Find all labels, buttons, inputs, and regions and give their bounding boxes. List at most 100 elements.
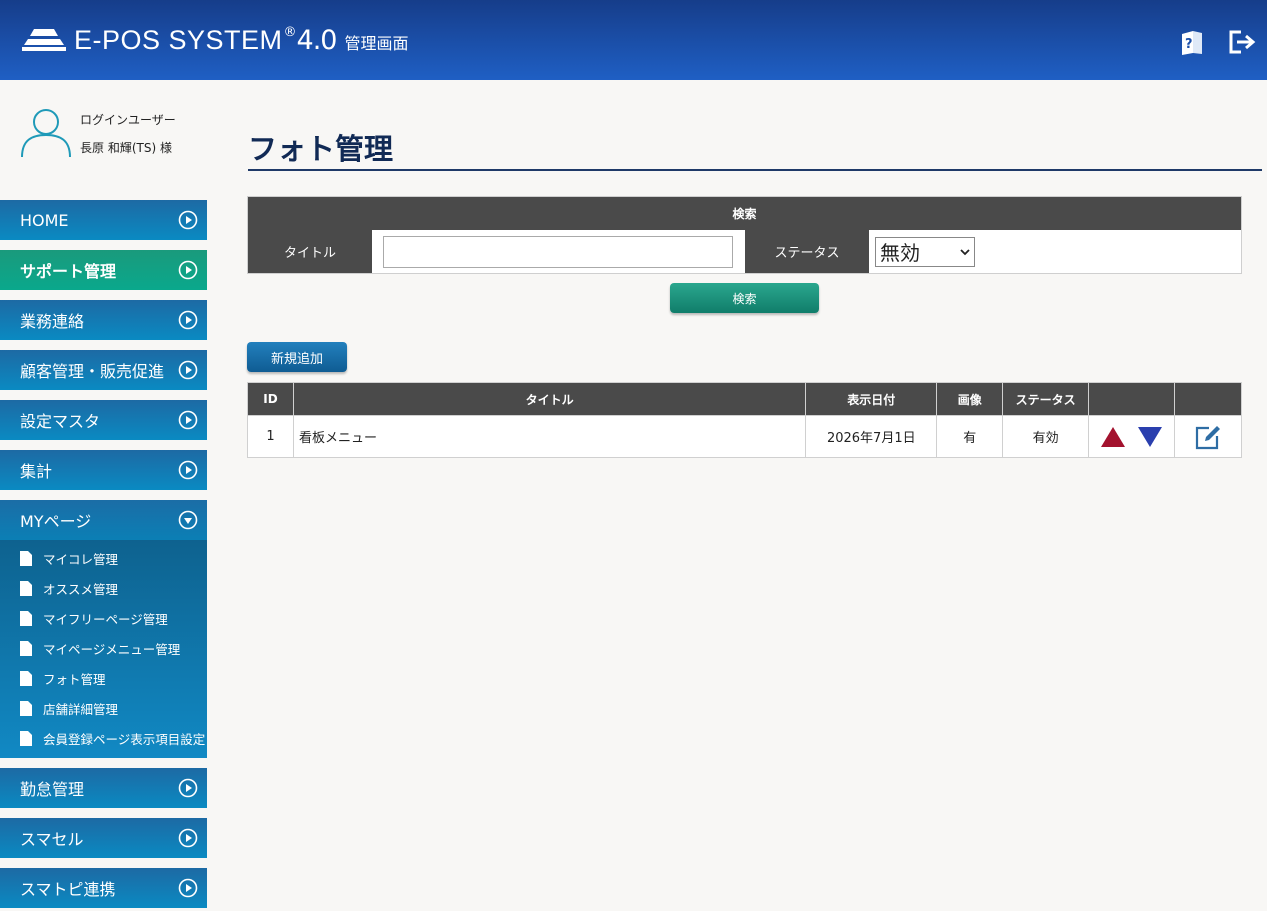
sidebar-item-customer[interactable]: 顧客管理・販売促進: [0, 350, 207, 390]
sidebar-item-label: 顧客管理・販売促進: [20, 362, 165, 381]
cell-title: 看板メニュー: [292, 415, 807, 458]
play-circle-icon: [178, 360, 198, 380]
search-panel: 検索 タイトル ステータス 無効: [247, 196, 1242, 274]
sidebar-item-label: 業務連絡: [20, 312, 85, 331]
page-title: フォト管理: [248, 132, 394, 166]
cell-id: 1: [247, 415, 294, 458]
move-up-icon[interactable]: [1101, 426, 1126, 447]
logo-mark-icon: [22, 29, 66, 51]
help-book-icon[interactable]: ?: [1177, 28, 1207, 56]
search-panel-header: 検索: [248, 197, 1241, 230]
logo-subtitle: 管理画面: [344, 34, 409, 53]
title-search-input[interactable]: [383, 235, 733, 268]
document-icon: [20, 640, 32, 656]
sidebar-item-home[interactable]: HOME: [0, 200, 207, 240]
sidebar-nav: HOME サポート管理 業務連絡 顧客管理・販売促進 設定マスタ 集計 MYペー…: [0, 200, 207, 911]
logo-name: E-POS SYSTEM: [74, 24, 283, 55]
status-filter-label: ステータス: [745, 230, 869, 273]
sidebar-item-label: 勤怠管理: [20, 780, 85, 799]
sidebar-item-aggregate[interactable]: 集計: [0, 450, 207, 490]
submenu-item-mycolle[interactable]: マイコレ管理: [0, 543, 207, 573]
document-icon: [20, 610, 32, 626]
document-icon: [20, 550, 32, 566]
column-header-title: タイトル: [292, 382, 807, 416]
play-circle-icon: [178, 828, 198, 848]
edit-icon[interactable]: [1194, 424, 1222, 450]
login-user-panel: ログインユーザー 長原 和輝(TS) 様: [20, 106, 176, 162]
sidebar-item-business-contact[interactable]: 業務連絡: [0, 300, 207, 340]
submenu-item-store-detail[interactable]: 店舗詳細管理: [0, 693, 207, 723]
submenu-item-label: オススメ管理: [43, 581, 119, 597]
sidebar-item-mypage[interactable]: MYページ: [0, 500, 207, 540]
play-circle-icon: [178, 310, 198, 330]
cell-status: 有効: [1002, 415, 1090, 458]
chevron-down-circle-icon: [178, 510, 198, 530]
sidebar-item-attendance[interactable]: 勤怠管理: [0, 768, 207, 808]
cell-edit: [1174, 415, 1242, 458]
move-down-icon[interactable]: [1137, 426, 1162, 447]
document-icon: [20, 670, 32, 686]
header-actions: ?: [1177, 28, 1257, 56]
play-circle-icon: [178, 410, 198, 430]
cell-date: 2026年7月1日: [805, 415, 938, 458]
submenu-item-label: 会員登録ページ表示項目設定: [43, 731, 206, 747]
play-circle-icon: [178, 460, 198, 480]
column-header-image: 画像: [936, 382, 1004, 416]
submenu-item-photo[interactable]: フォト管理: [0, 663, 207, 693]
document-icon: [20, 580, 32, 596]
submenu-item-label: マイフリーページ管理: [43, 611, 168, 627]
logout-icon[interactable]: [1227, 28, 1257, 56]
sidebar-item-label: スマトピ連携: [20, 880, 116, 899]
table-row: 1 看板メニュー 2026年7月1日 有 有効: [247, 415, 1242, 458]
sidebar-item-support[interactable]: サポート管理: [0, 250, 207, 290]
sidebar-item-smatopi[interactable]: スマトピ連携: [0, 868, 207, 908]
title-filter-label: タイトル: [248, 230, 372, 273]
logo: E-POS SYSTEM ® 4.0 管理画面: [22, 25, 409, 56]
status-select-value: 無効: [880, 241, 920, 265]
submenu-item-free-page[interactable]: マイフリーページ管理: [0, 603, 207, 633]
submenu-item-label: 店舗詳細管理: [43, 701, 119, 717]
document-icon: [20, 700, 32, 716]
chevron-down-icon: [960, 248, 970, 255]
play-circle-icon: [178, 778, 198, 798]
title-divider: [248, 169, 1262, 171]
sidebar-item-label: 集計: [20, 462, 53, 481]
search-button[interactable]: 検索: [670, 283, 819, 313]
document-icon: [20, 730, 32, 746]
sidebar-item-label: サポート管理: [20, 262, 117, 281]
submenu-item-label: マイコレ管理: [43, 551, 119, 567]
submenu-item-label: フォト管理: [43, 671, 106, 687]
sidebar-item-smasell[interactable]: スマセル: [0, 818, 207, 858]
mypage-submenu: マイコレ管理 オススメ管理 マイフリーページ管理 マイページメニュー管理 フォト…: [0, 540, 207, 758]
svg-text:?: ?: [1185, 37, 1193, 52]
top-header: E-POS SYSTEM ® 4.0 管理画面 ?: [0, 0, 1267, 80]
photo-table: ID タイトル 表示日付 画像 ステータス 1 看板メニュー 2026年7月1日…: [247, 382, 1242, 458]
cell-image: 有: [936, 415, 1004, 458]
play-circle-icon: [178, 260, 198, 280]
submenu-item-label: マイページメニュー管理: [43, 641, 181, 657]
column-header-id: ID: [247, 382, 294, 416]
logo-version: 4.0: [296, 24, 338, 56]
sidebar-item-label: MYページ: [20, 512, 92, 531]
sidebar-item-label: HOME: [20, 210, 69, 230]
sidebar-item-label: スマセル: [20, 830, 84, 849]
user-avatar-icon: [21, 109, 71, 158]
submenu-item-recommend[interactable]: オススメ管理: [0, 573, 207, 603]
login-user-name: 長原 和輝(TS) 様: [80, 141, 172, 155]
table-header-row: ID タイトル 表示日付 画像 ステータス: [247, 382, 1242, 416]
column-header-edit: [1174, 382, 1242, 416]
logo-registered-mark: ®: [283, 24, 297, 40]
login-user-label: ログインユーザー: [80, 113, 176, 127]
play-circle-icon: [178, 210, 198, 230]
cell-order: [1088, 415, 1175, 458]
column-header-status: ステータス: [1002, 382, 1090, 416]
column-header-date: 表示日付: [805, 382, 938, 416]
sidebar-item-label: 設定マスタ: [20, 412, 101, 431]
play-circle-icon: [178, 878, 198, 898]
submenu-item-mypage-menu[interactable]: マイページメニュー管理: [0, 633, 207, 663]
submenu-item-member-registration[interactable]: 会員登録ページ表示項目設定: [0, 723, 207, 753]
sidebar-item-settings-master[interactable]: 設定マスタ: [0, 400, 207, 440]
status-select[interactable]: 無効: [875, 236, 975, 267]
column-header-order: [1088, 382, 1175, 416]
add-new-button[interactable]: 新規追加: [247, 342, 347, 372]
